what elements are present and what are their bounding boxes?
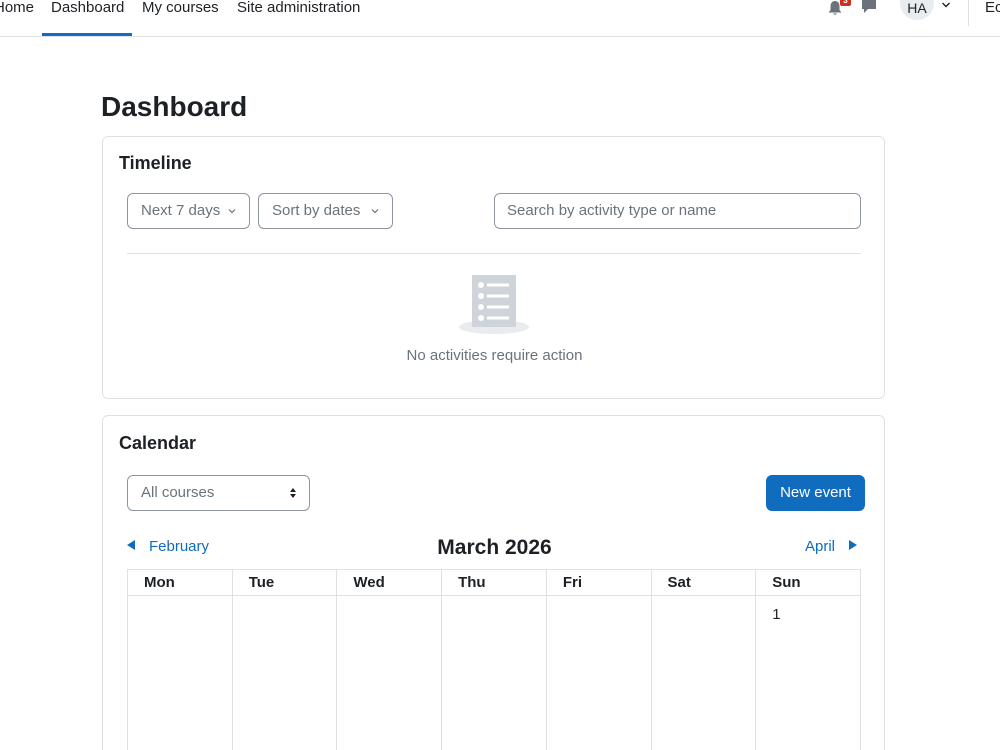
chevron-down-icon xyxy=(371,209,379,214)
course-filter-value: All courses xyxy=(141,484,215,501)
next-month-label: April xyxy=(805,538,836,555)
weekday-header: Sun xyxy=(755,569,861,596)
course-filter-select[interactable]: All courses xyxy=(127,475,310,511)
sort-updown-icon xyxy=(290,488,296,498)
calendar-day-cell[interactable] xyxy=(336,595,443,750)
nav-my-courses[interactable]: My courses xyxy=(142,0,219,36)
timeline-sort-label: Sort by dates xyxy=(272,202,361,219)
calendar-day-cell[interactable] xyxy=(127,595,233,750)
chevron-down-icon[interactable] xyxy=(941,0,951,10)
calendar-block: Calendar All courses New event February … xyxy=(102,415,885,750)
weekday-header: Wed xyxy=(336,569,443,596)
timeline-divider xyxy=(127,253,861,254)
page-title: Dashboard xyxy=(101,91,248,122)
new-event-button[interactable]: New event xyxy=(766,475,865,511)
calendar-day-cell[interactable]: 1 xyxy=(755,595,861,750)
timeline-title: Timeline xyxy=(119,153,192,173)
weekday-header: Thu xyxy=(441,569,547,596)
weekday-header-row: Mon Tue Wed Thu Fri Sat Sun xyxy=(127,569,861,596)
weekday-header: Tue xyxy=(231,569,338,596)
nav-site-administration[interactable]: Site administration xyxy=(237,0,360,36)
calendar-day-cell[interactable] xyxy=(545,595,652,750)
navbar-divider xyxy=(968,0,969,26)
list-document-icon xyxy=(459,275,529,334)
timeline-sort-dropdown[interactable]: Sort by dates xyxy=(258,193,393,229)
weekday-header: Fri xyxy=(545,569,652,596)
triangle-right-icon xyxy=(849,540,858,550)
weekday-header: Mon xyxy=(127,569,233,596)
user-avatar[interactable]: HA xyxy=(900,0,934,20)
chat-icon[interactable] xyxy=(860,0,878,14)
calendar-day-cell[interactable] xyxy=(231,595,338,750)
calendar-week-row: 1 xyxy=(127,595,861,750)
timeline-filter-dropdown[interactable]: Next 7 days xyxy=(127,193,250,229)
edit-mode-label[interactable]: Ec xyxy=(985,0,1000,15)
calendar-day-cell[interactable] xyxy=(650,595,757,750)
timeline-block: Timeline Next 7 days Sort by dates Searc… xyxy=(102,136,885,399)
notification-count-badge: 3 xyxy=(840,0,851,6)
chevron-down-icon xyxy=(228,209,236,214)
calendar-title: Calendar xyxy=(119,433,197,453)
next-month-link[interactable]: April xyxy=(805,538,858,555)
calendar-grid: Mon Tue Wed Thu Fri Sat Sun 1 xyxy=(127,569,861,750)
top-navbar: Home Dashboard My courses Site administr… xyxy=(0,0,1000,37)
timeline-filter-label: Next 7 days xyxy=(141,202,221,219)
nav-dashboard[interactable]: Dashboard xyxy=(41,0,133,36)
timeline-search-input[interactable]: Search by activity type or name xyxy=(494,193,861,229)
calendar-day-cell[interactable] xyxy=(441,595,547,750)
timeline-empty-message: No activities require action xyxy=(406,347,583,364)
nav-home[interactable]: Home xyxy=(0,0,34,36)
weekday-header: Sat xyxy=(650,569,757,596)
current-month-heading: March 2026 xyxy=(437,536,552,559)
